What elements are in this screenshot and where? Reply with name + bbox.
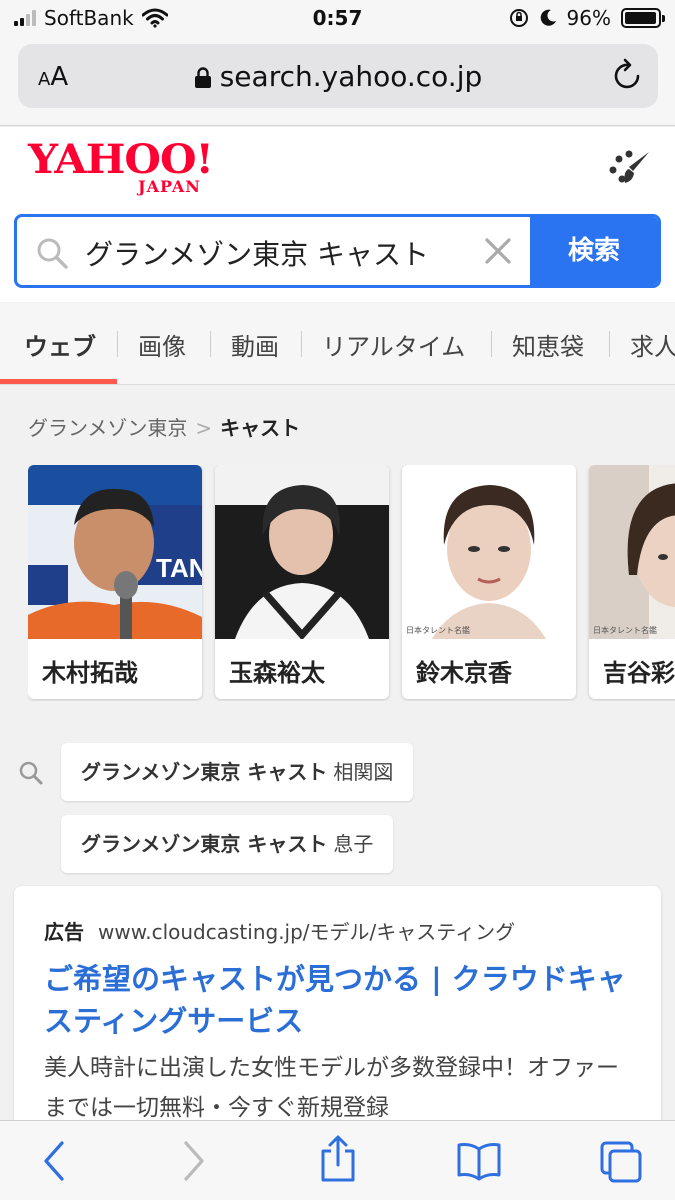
ad-meta: 広告 www.cloudcasting.jp/モデル/キャスティング: [44, 916, 515, 945]
tab-divider: [210, 331, 211, 357]
ad-label: 広告: [44, 920, 84, 944]
search-box[interactable]: グランメゾン東京 キャスト 検索: [14, 214, 661, 288]
share-icon[interactable]: [318, 1135, 358, 1183]
orientation-lock-icon: [509, 9, 528, 27]
svg-text:TAN: TAN: [156, 553, 202, 583]
cast-photo: [215, 465, 389, 639]
tab-divider: [491, 331, 492, 357]
cast-photo: TAN: [28, 465, 202, 639]
tab-divider: [609, 331, 610, 357]
theme-brush-icon[interactable]: [607, 149, 653, 189]
cast-card[interactable]: 玉森裕太: [215, 465, 389, 699]
cast-photo: 日本タレント名鑑: [589, 465, 675, 639]
status-bar: SoftBank 0:57 96%: [0, 0, 675, 36]
lock-icon: [194, 67, 211, 88]
cast-name: 木村拓哉: [42, 659, 138, 687]
tab-divider: [301, 331, 302, 357]
related-search-chip[interactable]: グランメゾン東京 キャスト 相関図: [61, 743, 414, 801]
browser-address-area: AA search.yahoo.co.jp: [0, 36, 675, 126]
cast-card[interactable]: 日本タレント名鑑 吉谷彩: [589, 465, 675, 699]
search-input[interactable]: グランメゾン東京 キャスト: [85, 233, 429, 273]
cast-card[interactable]: TAN 木村拓哉: [28, 465, 202, 699]
related-suffix: 相関図: [333, 760, 394, 784]
ad-title-link[interactable]: ご希望のキャストが見つかる | クラウドキャスティングサービス: [44, 958, 634, 1042]
svg-text:日本タレント名鑑: 日本タレント名鑑: [406, 625, 470, 635]
breadcrumb-parent[interactable]: グランメゾン東京: [28, 416, 187, 440]
reload-icon[interactable]: [612, 58, 644, 92]
tab-images[interactable]: 画像: [138, 327, 186, 362]
breadcrumb-current: キャスト: [220, 416, 301, 440]
yahoo-logo[interactable]: YAHOO! JAPAN: [28, 140, 214, 197]
tab-jobs[interactable]: 求人: [630, 327, 675, 362]
ad-description: 美人時計に出演した女性モデルが多数登録中！オファーまでは一切無料・今すぐ新規登録: [44, 1055, 619, 1121]
tab-realtime[interactable]: リアルタイム: [322, 327, 465, 362]
cast-photo: 日本タレント名鑑: [402, 465, 576, 639]
browser-toolbar: [0, 1120, 675, 1200]
back-icon[interactable]: [40, 1139, 70, 1183]
cast-card[interactable]: 日本タレント名鑑 鈴木京香: [402, 465, 576, 699]
search-tabs: ウェブ 画像 動画 リアルタイム 知恵袋 求人: [0, 303, 675, 385]
forward-icon[interactable]: [178, 1139, 208, 1183]
related-search-icon: [19, 761, 43, 785]
cast-name: 玉森裕太: [229, 659, 325, 687]
battery-percent: 96%: [566, 6, 611, 30]
clear-icon[interactable]: [483, 236, 513, 266]
related-query: グランメゾン東京 キャスト: [81, 760, 328, 784]
url-text: search.yahoo.co.jp: [219, 60, 483, 93]
yahoo-header: YAHOO! JAPAN グランメゾン東京 キャスト 検索: [0, 127, 675, 302]
cast-name: 鈴木京香: [416, 659, 512, 687]
bookmarks-icon[interactable]: [456, 1141, 502, 1181]
ad-url[interactable]: www.cloudcasting.jp/モデル/キャスティング: [98, 920, 515, 944]
svg-text:日本タレント名鑑: 日本タレント名鑑: [593, 625, 657, 635]
breadcrumb: グランメゾン東京 > キャスト: [28, 412, 300, 441]
active-tab-indicator: [0, 379, 117, 384]
status-right: 96%: [509, 6, 665, 30]
moon-icon: [540, 9, 556, 26]
tab-chiebukuro[interactable]: 知恵袋: [512, 327, 584, 362]
battery-icon: [621, 8, 665, 28]
cast-carousel[interactable]: TAN 木村拓哉 玉森裕太 日本タレント名鑑 鈴木京香 日本タレント名鑑 吉谷彩: [28, 465, 675, 701]
address-bar[interactable]: AA search.yahoo.co.jp: [18, 44, 658, 108]
related-search-chip[interactable]: グランメゾン東京 キャスト 息子: [61, 815, 394, 873]
search-button[interactable]: 検索: [530, 217, 658, 285]
breadcrumb-separator: >: [195, 416, 213, 440]
related-suffix: 息子: [333, 832, 374, 856]
tabs-icon[interactable]: [598, 1139, 644, 1185]
logo-main: YAHOO!: [28, 136, 214, 183]
tab-divider: [117, 331, 118, 357]
tab-videos[interactable]: 動画: [231, 327, 279, 362]
url-display[interactable]: search.yahoo.co.jp: [18, 60, 658, 93]
tab-web[interactable]: ウェブ: [24, 327, 96, 362]
search-icon: [37, 238, 68, 269]
related-query: グランメゾン東京 キャスト: [81, 832, 328, 856]
cast-name: 吉谷彩: [603, 659, 675, 687]
logo-sub: JAPAN: [138, 177, 201, 196]
